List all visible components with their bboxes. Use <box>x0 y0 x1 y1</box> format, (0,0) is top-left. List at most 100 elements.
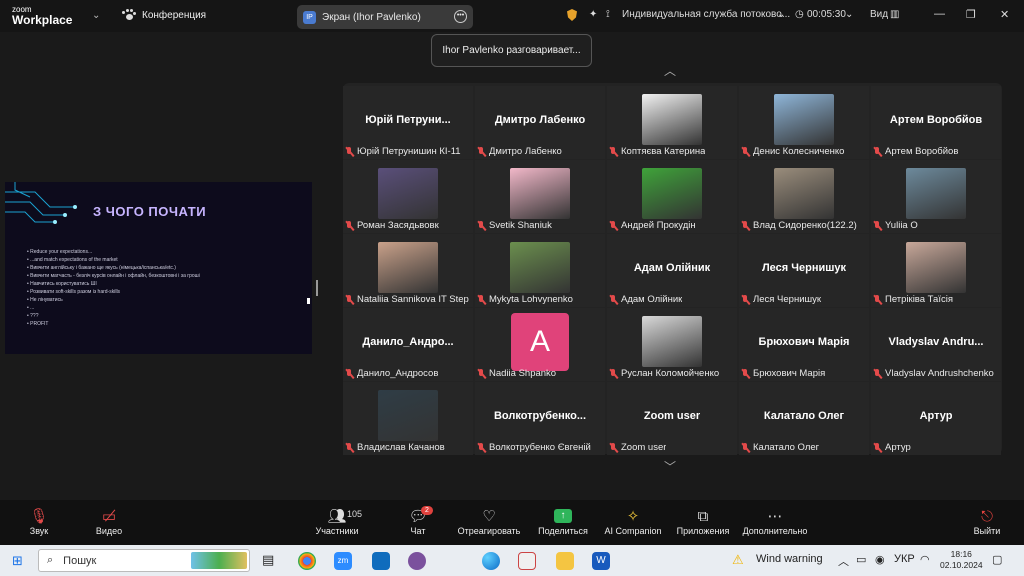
participant-tile[interactable]: Калатало Олег Калатало Олег <box>739 382 869 455</box>
participant-tile[interactable]: Артур Артур <box>871 382 1001 455</box>
participant-name-label: Nataliia Sannikova IT Step <box>345 294 469 305</box>
edge-icon[interactable] <box>482 552 500 570</box>
participant-photo <box>774 168 834 219</box>
slide-bullet: Не лінуватись <box>27 296 200 304</box>
audio-button[interactable]: 🎙︎ Звук <box>4 506 74 536</box>
leave-icon: ⎋ <box>981 507 993 525</box>
share-button[interactable]: ↑ Поделиться <box>528 506 598 536</box>
participant-tile[interactable]: A Nadiia Shpanko <box>475 308 605 381</box>
participant-tile[interactable]: Брюхович Марія Брюхович Марія <box>739 308 869 381</box>
ai-companion-button[interactable]: ✧ AI Companion <box>598 506 668 536</box>
react-button[interactable]: ♡ Отреагировать <box>454 506 524 536</box>
react-label: Отреагировать <box>457 526 521 536</box>
participant-name: Денис Колесниченко <box>753 146 845 157</box>
participant-name: Роман Засядьвовк <box>357 220 439 231</box>
participant-tile[interactable]: Yuliia O <box>871 160 1001 233</box>
screen-share-indicator[interactable]: IP Экран (Ihor Pavlenko) ••• <box>297 5 473 29</box>
search-icon: ⌕ <box>47 554 54 566</box>
file-explorer-icon[interactable] <box>556 552 574 570</box>
participant-tile[interactable]: Данило_Андро... Данило_Андросов <box>343 308 473 381</box>
participant-tile[interactable]: Леся Чернишук Леся Чернишук <box>739 234 869 307</box>
participant-name: Mykyta Lohvynenko <box>489 294 573 305</box>
participant-tile[interactable]: Андрей Прокудін <box>607 160 737 233</box>
more-button[interactable]: ⋯ Дополнительно <box>740 506 810 536</box>
weather-label[interactable]: Wind warning <box>756 553 823 565</box>
participant-tile[interactable]: Дмитро Лабенко Дмитро Лабенко <box>475 86 605 159</box>
sparkle-icon[interactable]: ✦ <box>589 9 597 20</box>
chat-button[interactable]: 💬︎ Чат <box>383 506 453 536</box>
viber-icon[interactable] <box>408 552 426 570</box>
participant-name-label: Юрій Петрунишин КІ-11 <box>345 146 461 157</box>
more-options-icon[interactable]: ••• <box>454 10 467 23</box>
participant-tile[interactable]: Vladyslav Andru... Vladyslav Andrushchenk… <box>871 308 1001 381</box>
participant-name: Nadiia Shpanko <box>489 368 557 379</box>
word-icon[interactable]: W <box>592 552 610 570</box>
presenter-badge: IP <box>303 10 316 24</box>
apps-button[interactable]: ⧉ Приложения <box>668 506 738 537</box>
clock[interactable]: 18:16 02.10.2024 <box>940 549 983 571</box>
splitter-handle[interactable] <box>316 280 318 296</box>
participant-display-name: Волкотрубенко... <box>493 410 587 422</box>
chevron-up-icon[interactable]: ︿ <box>838 553 849 569</box>
stream-service-label[interactable]: Индивидуальная служба потоково... <box>622 9 790 20</box>
wifi-icon[interactable]: ◠ <box>920 553 930 566</box>
conference-menu[interactable]: Конференция <box>122 9 206 21</box>
participant-tile[interactable]: Zoom user Zoom user <box>607 382 737 455</box>
slide-bullet: ??? <box>27 312 200 320</box>
mic-muted-icon <box>477 146 486 157</box>
chevron-down-icon[interactable]: ⌄ <box>92 10 100 21</box>
chat-label: Чат <box>410 526 426 536</box>
participant-name: Руслан Коломойченко <box>621 368 720 379</box>
video-button[interactable]: ▭̸ Видео <box>74 506 144 536</box>
participant-display-name: Брюхович Марія <box>758 336 850 348</box>
participant-tile[interactable]: Владислав Качанов <box>343 382 473 455</box>
participant-tile[interactable]: Влад Сидоренко(122.2) <box>739 160 869 233</box>
view-grid-icon[interactable]: ▥ <box>890 9 899 20</box>
participant-tile[interactable]: Svetik Shaniuk <box>475 160 605 233</box>
participant-display-name: Дмитро Лабенко <box>494 114 586 126</box>
participant-tile[interactable]: Петріківа Таїсія <box>871 234 1001 307</box>
leave-button[interactable]: ⎋ Выйти <box>952 506 1022 537</box>
participant-tile[interactable]: Коптяєва Катерина <box>607 86 737 159</box>
video-off-icon: ▭̸ <box>101 508 117 525</box>
minimize-icon[interactable]: — <box>934 8 945 20</box>
view-button[interactable]: Вид <box>870 9 888 20</box>
task-view-icon[interactable]: ▤ <box>262 552 280 570</box>
chrome-icon[interactable] <box>298 552 316 570</box>
language-indicator[interactable]: УКР <box>894 553 915 565</box>
broadcast-icon: ⟟ <box>606 9 610 20</box>
participant-tile[interactable]: Nataliia Sannikova IT Step <box>343 234 473 307</box>
participant-name: Юрій Петрунишин КІ-11 <box>357 146 461 157</box>
participant-tile[interactable]: Руслан Коломойченко <box>607 308 737 381</box>
chevron-down-icon[interactable]: ⌄ <box>777 9 785 20</box>
battery-icon[interactable]: ▭ <box>856 553 866 566</box>
windows-start-icon[interactable]: ⊞ <box>12 553 23 569</box>
taskbar-search[interactable]: ⌕ Пошук <box>38 549 250 572</box>
ai-label: AI Companion <box>604 526 662 536</box>
notifications-icon[interactable]: ▢ <box>992 553 1002 566</box>
mail-icon[interactable] <box>372 552 390 570</box>
chevron-down-icon[interactable]: ⌄ <box>845 9 853 20</box>
page-down-arrow-icon[interactable]: ﹀ <box>664 458 676 475</box>
participant-tile[interactable]: Юрій Петруни... Юрій Петрунишин КІ-11 <box>343 86 473 159</box>
paint-icon[interactable] <box>518 552 536 570</box>
participant-name: Влад Сидоренко(122.2) <box>753 220 857 231</box>
mic-muted-icon <box>345 220 354 231</box>
restore-icon[interactable]: ❐ <box>966 8 976 21</box>
participant-name-label: Андрей Прокудін <box>609 220 696 231</box>
close-icon[interactable]: ✕ <box>1000 8 1009 21</box>
participant-tile[interactable]: Адам Олійник Адам Олійник <box>607 234 737 307</box>
screen-share-label: Экран (Ihor Pavlenko) <box>322 11 421 23</box>
participant-name-label: Владислав Качанов <box>345 442 445 453</box>
mic-muted-icon <box>741 368 750 379</box>
participant-tile[interactable]: Волкотрубенко... Волкотрубенко Євгеній <box>475 382 605 455</box>
participant-tile[interactable]: Роман Засядьвовк <box>343 160 473 233</box>
slide-bullet: Вивчити англійську і бажано ще якусь (ні… <box>27 264 200 272</box>
participant-tile[interactable]: Mykyta Lohvynenko <box>475 234 605 307</box>
zoom-app-icon[interactable]: zm <box>334 552 352 570</box>
participant-tile[interactable]: Денис Колесниченко <box>739 86 869 159</box>
participant-tile[interactable]: Артем Воробйов Артем Воробйов <box>871 86 1001 159</box>
paw-icon <box>122 9 136 21</box>
shield-icon[interactable] <box>567 9 577 21</box>
page-up-arrow-icon[interactable]: ︿ <box>664 62 676 79</box>
